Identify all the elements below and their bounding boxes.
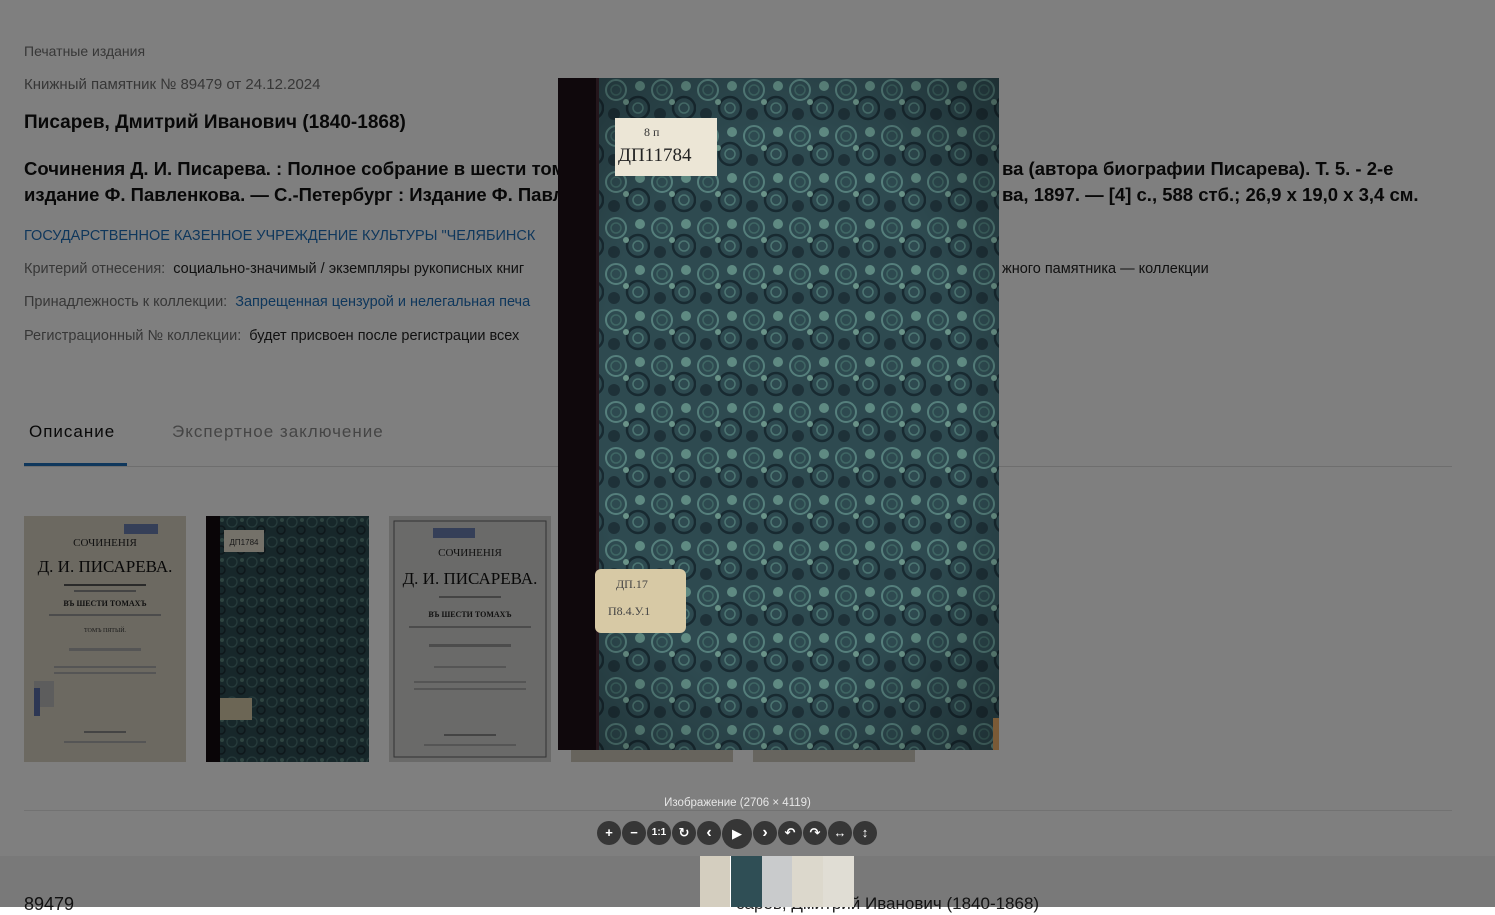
flip-horizontal-icon[interactable]: ↔: [828, 821, 852, 845]
prev-image-button[interactable]: ‹: [697, 821, 721, 845]
viewer-label-top-2: ДП11784: [618, 145, 692, 166]
viewer-label-bottom-2: П8.4.У.1: [608, 604, 650, 618]
rotate-left-icon[interactable]: ↶: [778, 821, 802, 845]
reset-icon[interactable]: ↻: [672, 821, 696, 845]
viewer-nav-thumb-3[interactable]: [762, 856, 792, 907]
viewer-label-top-1: 8 п: [644, 125, 660, 139]
viewer-label-bottom-1: ДП.17: [616, 577, 648, 591]
zoom-out-button[interactable]: −: [622, 821, 646, 845]
one-to-one-button[interactable]: 1:1: [647, 821, 671, 845]
viewer-nav-thumb-4[interactable]: [792, 856, 823, 907]
next-image-button[interactable]: ›: [753, 821, 777, 845]
play-slideshow-button[interactable]: ▶: [722, 819, 752, 849]
rotate-right-icon[interactable]: ↷: [803, 821, 827, 845]
viewer-image[interactable]: 8 п ДП11784 ДП.17 П8.4.У.1: [558, 78, 999, 750]
viewer-thumbnail-strip: [700, 856, 854, 907]
viewer-image-caption: Изображение (2706 × 4119): [664, 797, 811, 809]
viewer-nav-thumb-2[interactable]: [730, 856, 763, 907]
viewer-nav-thumb-5[interactable]: [823, 856, 854, 907]
viewer-nav-thumb-1[interactable]: [700, 856, 731, 907]
flip-vertical-icon[interactable]: ↕: [853, 821, 877, 845]
zoom-in-button[interactable]: +: [597, 821, 621, 845]
